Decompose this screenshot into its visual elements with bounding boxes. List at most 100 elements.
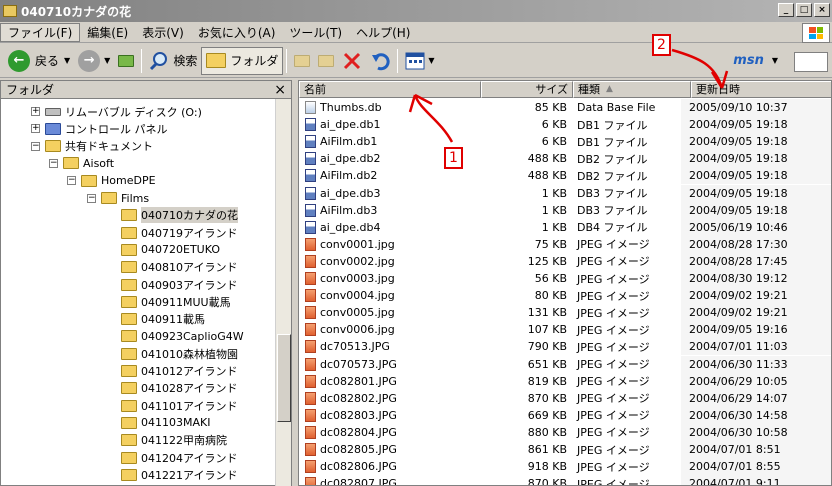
tree-node[interactable]: 040911載馬 bbox=[101, 311, 205, 328]
title-bar[interactable]: 040710カナダの花 _ □ × bbox=[0, 0, 832, 22]
jpeg-file-icon bbox=[305, 306, 316, 320]
db-file-icon bbox=[305, 169, 316, 183]
forward-button[interactable]: → ▼ bbox=[74, 47, 114, 75]
menu-file[interactable]: ファイル(F) bbox=[0, 22, 81, 42]
up-folder-button[interactable] bbox=[114, 47, 138, 75]
file-row[interactable]: conv0002.jpg 125 KB JPEG イメージ 2004/08/28 17… bbox=[299, 252, 831, 270]
tree-node[interactable]: 041221アイランド bbox=[101, 466, 237, 483]
file-row[interactable]: AiFilm.db2 488 KB DB2 ファイル 2004/09/05 19:18 bbox=[299, 167, 831, 185]
file-row[interactable]: dc70513.JPG 790 KB JPEG イメージ 2004/07/01 11:… bbox=[299, 338, 831, 356]
tree-node[interactable]: 041122甲南病院 bbox=[101, 432, 227, 449]
collapse-icon[interactable]: − bbox=[49, 158, 58, 168]
column-header-type[interactable]: 種類 ▲ bbox=[573, 81, 691, 98]
file-row[interactable]: AiFilm.db3 1 KB DB3 ファイル 2004/09/05 19:18 bbox=[299, 201, 831, 219]
file-row[interactable]: dc082801.JPG 819 KB JPEG イメージ 2004/06/29 10… bbox=[299, 372, 831, 390]
collapse-icon[interactable]: − bbox=[31, 141, 40, 151]
file-row[interactable]: dc082807.JPG 870 KB JPEG イメージ 2004/07/01 9:… bbox=[299, 475, 831, 486]
file-date: 2004/06/29 14:07 bbox=[681, 389, 831, 407]
file-list-pane: 名前 サイズ 種類 ▲ 更新日時 Thumbs.db 85 KB Data Base … bbox=[298, 80, 832, 486]
file-row[interactable]: dc082802.JPG 870 KB JPEG イメージ 2004/06/29 14… bbox=[299, 389, 831, 407]
tree-node[interactable]: − 共有ドキュメント bbox=[31, 138, 153, 155]
jpeg-file-icon bbox=[305, 272, 316, 285]
collapse-icon[interactable]: − bbox=[67, 176, 76, 186]
file-row[interactable]: dc070573.JPG 651 KB JPEG イメージ 2004/06/30 11… bbox=[299, 355, 831, 373]
file-row[interactable]: Thumbs.db 85 KB Data Base File 2005/09/10 1… bbox=[299, 99, 831, 116]
back-button[interactable]: ← 戻る ▼ bbox=[4, 47, 74, 75]
tree-node[interactable]: 041103MAKI bbox=[101, 414, 210, 431]
file-row[interactable]: AiFilm.db1 6 KB DB1 ファイル 2004/09/05 19:18 bbox=[299, 133, 831, 151]
tree-node[interactable]: 040720ETUKO bbox=[101, 241, 220, 258]
folder-icon bbox=[3, 5, 17, 17]
collapse-icon[interactable]: − bbox=[87, 193, 96, 203]
folder-icon bbox=[121, 295, 137, 308]
folders-button[interactable]: フォルダ bbox=[201, 46, 284, 75]
tree-node[interactable]: 041012アイランド bbox=[101, 363, 237, 380]
expand-icon[interactable]: + bbox=[31, 124, 40, 134]
file-row[interactable]: conv0005.jpg 131 KB JPEG イメージ 2004/09/02 19… bbox=[299, 304, 831, 322]
file-row[interactable]: ai_dpe.db4 1 KB DB4 ファイル 2005/06/19 10:46 bbox=[299, 218, 831, 236]
maximize-button[interactable]: □ bbox=[796, 3, 812, 17]
tree-node[interactable]: 040810アイランド bbox=[101, 259, 237, 276]
file-row[interactable]: ai_dpe.db3 1 KB DB3 ファイル 2004/09/05 19:18 bbox=[299, 184, 831, 202]
tree-node[interactable]: − Films bbox=[87, 190, 149, 207]
msn-button[interactable]: msn ▼ bbox=[729, 47, 782, 75]
file-row[interactable]: conv0003.jpg 56 KB JPEG イメージ 2004/08/30 19:… bbox=[299, 270, 831, 287]
tree-node[interactable]: − HomeDPE bbox=[67, 172, 156, 189]
search-button[interactable]: 検索 bbox=[145, 47, 201, 75]
file-name: AiFilm.db3 bbox=[320, 203, 378, 217]
column-header-date[interactable]: 更新日時 bbox=[691, 81, 831, 98]
tree-node[interactable]: 040903アイランド bbox=[101, 276, 237, 293]
tree-node[interactable]: 041204アイランド bbox=[101, 449, 237, 466]
tree-node[interactable]: 041010森林植物園 bbox=[101, 345, 238, 362]
tree-node[interactable]: − Aisoft bbox=[49, 155, 114, 172]
folder-icon bbox=[121, 347, 137, 360]
views-button[interactable]: ▼ bbox=[401, 47, 438, 75]
file-row[interactable]: ai_dpe.db2 488 KB DB2 ファイル 2004/09/05 19:18 bbox=[299, 150, 831, 168]
tree-node[interactable]: 040923CaplioG4W bbox=[101, 328, 244, 345]
expand-icon[interactable]: + bbox=[31, 107, 40, 116]
msn-input[interactable] bbox=[794, 52, 828, 72]
file-row[interactable]: conv0001.jpg 75 KB JPEG イメージ 2004/08/28 17:… bbox=[299, 235, 831, 253]
folder-tree-scrollbar[interactable] bbox=[275, 99, 291, 486]
menu-edit[interactable]: 編集(E) bbox=[80, 24, 135, 41]
menu-view[interactable]: 表示(V) bbox=[135, 24, 191, 41]
file-row[interactable]: dc082804.JPG 880 KB JPEG イメージ 2004/06/30 10… bbox=[299, 423, 831, 441]
column-header-name[interactable]: 名前 bbox=[299, 81, 481, 98]
file-date: 2004/09/02 19:21 bbox=[681, 287, 831, 305]
tree-node[interactable]: 041101アイランド bbox=[101, 397, 237, 414]
file-row[interactable]: dc082806.JPG 918 KB JPEG イメージ 2004/07/01 8:… bbox=[299, 458, 831, 476]
up-folder-icon bbox=[118, 54, 135, 67]
menu-favorites[interactable]: お気に入り(A) bbox=[191, 24, 283, 41]
file-row[interactable]: conv0006.jpg 107 KB JPEG イメージ 2004/09/05 19… bbox=[299, 321, 831, 339]
menu-help[interactable]: ヘルプ(H) bbox=[349, 24, 417, 41]
tree-node[interactable]: + コントロール パネル bbox=[31, 120, 168, 137]
file-name: dc082807.JPG bbox=[320, 477, 397, 486]
tree-node[interactable]: + リムーバブル ディスク (O:) bbox=[31, 103, 202, 120]
menu-bar: ファイル(F) 編集(E) 表示(V) お気に入り(A) ツール(T) ヘルプ(… bbox=[0, 22, 832, 43]
move-to-button[interactable] bbox=[290, 47, 314, 75]
close-panel-button[interactable]: × bbox=[274, 82, 286, 98]
file-row[interactable]: ai_dpe.db1 6 KB DB1 ファイル 2004/09/05 19:18 bbox=[299, 116, 831, 134]
file-date: 2004/07/01 11:03 bbox=[681, 338, 831, 356]
tree-node[interactable]: 040710カナダの花 bbox=[101, 207, 238, 224]
undo-button[interactable] bbox=[366, 47, 394, 75]
file-name-cell: dc082801.JPG bbox=[299, 374, 477, 388]
tree-node[interactable]: 040911MUU載馬 bbox=[101, 293, 231, 310]
file-row[interactable]: dc082805.JPG 861 KB JPEG イメージ 2004/07/01 8:… bbox=[299, 441, 831, 458]
column-header-size[interactable]: サイズ bbox=[481, 81, 573, 98]
delete-button[interactable] bbox=[338, 47, 366, 75]
scrollbar-thumb[interactable] bbox=[277, 334, 291, 422]
tree-node-label: Aisoft bbox=[83, 156, 115, 170]
file-type: DB3 ファイル bbox=[577, 187, 648, 200]
file-date: 2004/06/30 11:33 bbox=[681, 355, 831, 373]
tree-node[interactable]: 040719アイランド bbox=[101, 224, 237, 241]
tree-node[interactable]: 041028アイランド bbox=[101, 380, 237, 397]
copy-to-button[interactable] bbox=[314, 47, 338, 75]
file-row[interactable]: dc082803.JPG 669 KB JPEG イメージ 2004/06/30 14… bbox=[299, 406, 831, 424]
file-size: 790 KB bbox=[527, 340, 567, 354]
minimize-button[interactable]: _ bbox=[778, 3, 794, 17]
close-button[interactable]: × bbox=[814, 3, 830, 17]
file-name: dc070573.JPG bbox=[320, 357, 397, 371]
file-row[interactable]: conv0004.jpg 80 KB JPEG イメージ 2004/09/02 19:… bbox=[299, 287, 831, 305]
menu-tools[interactable]: ツール(T) bbox=[282, 24, 349, 41]
